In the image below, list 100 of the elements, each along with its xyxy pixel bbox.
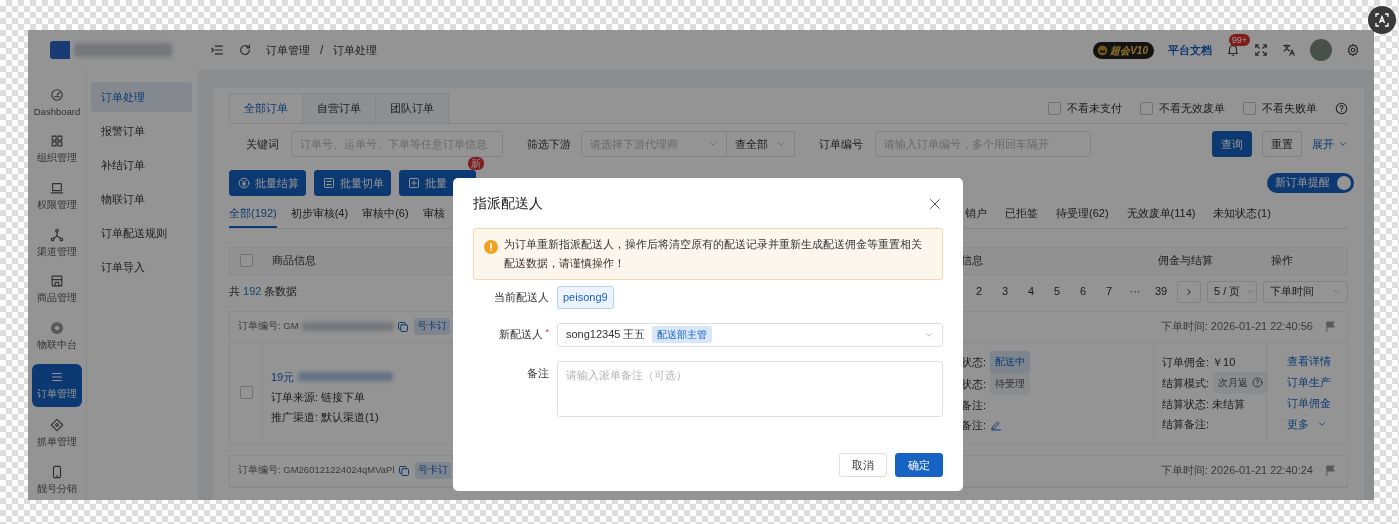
courier-select[interactable]: song12345 王五 配送部主管	[557, 322, 943, 347]
page-button[interactable]: 6	[1073, 280, 1093, 303]
order-tab[interactable]: 团队订单	[375, 93, 449, 123]
order-source: 订单来源: 链接下单	[271, 389, 367, 405]
expand-link[interactable]: 展开	[1312, 135, 1348, 153]
new-badge: 新	[468, 157, 484, 170]
nav-rail-item[interactable]: 订单管理	[32, 364, 82, 407]
flag-icon[interactable]	[1324, 320, 1337, 333]
checkbox[interactable]	[1243, 101, 1256, 115]
checkbox-label: 不看未支付	[1067, 100, 1122, 116]
action-link[interactable]: 订单生产	[1287, 372, 1347, 392]
product-link[interactable]: 19元	[271, 366, 295, 387]
breadcrumb-separator: /	[320, 42, 324, 59]
nav-rail-item[interactable]: Dashboard	[32, 84, 82, 123]
row-checkbox[interactable]	[239, 386, 253, 399]
status-tab[interactable]: 审核	[422, 205, 445, 228]
chevron-down-icon	[1317, 419, 1327, 429]
remark-field[interactable]: 请输入派单备注（可选）	[557, 360, 943, 417]
status-tab[interactable]: 全部(192)	[229, 205, 277, 228]
yen-circle-icon	[238, 177, 250, 189]
submenu-item[interactable]: 订单导入	[91, 252, 192, 282]
status-tab[interactable]: 审核中(6)	[362, 205, 409, 228]
docs-link[interactable]: 平台文档	[1168, 41, 1212, 59]
translate-icon[interactable]	[1282, 43, 1296, 57]
bell-icon[interactable]	[1226, 43, 1240, 57]
batch-button[interactable]: 批量切单	[314, 170, 391, 196]
commission-info: 结算状态: 未结算	[1162, 396, 1246, 412]
submenu-item[interactable]: 物联订单	[91, 184, 192, 214]
sort-select[interactable]: 下单时间	[1263, 280, 1348, 303]
nav-rail-item[interactable]: 渠道管理	[32, 224, 82, 263]
search-button[interactable]: 查询	[1212, 131, 1252, 157]
page-size-select[interactable]: 5 / 页	[1207, 280, 1257, 303]
refresh-icon[interactable]	[238, 43, 252, 57]
page-button[interactable]: 5	[1047, 280, 1067, 303]
promotion-channel: 推广渠道: 默认渠道(1)	[271, 409, 380, 425]
status-tab[interactable]: 销户	[965, 205, 987, 228]
dialog-title: 指派配送人	[473, 193, 543, 213]
status-tab[interactable]: 初步审核(4)	[290, 205, 349, 228]
status-tab[interactable]: 已拒签	[1005, 205, 1038, 228]
cancel-button[interactable]: 取消	[839, 453, 887, 477]
notification-count: 99+	[1228, 34, 1250, 46]
order-time: 下单时间: 2026-01-21 22:40:56	[1160, 319, 1313, 335]
submenu-item[interactable]: 报警订单	[91, 116, 192, 146]
nav-rail-item[interactable]: 抓单管理	[32, 414, 82, 454]
nav-rail-item[interactable]: 商品管理	[32, 270, 82, 310]
copy-icon[interactable]	[397, 464, 410, 477]
status-tab[interactable]: 无效废单(114)	[1126, 205, 1196, 228]
status-tag: 配送中	[990, 350, 1031, 373]
select-all-checkbox[interactable]	[240, 254, 253, 267]
pencil-icon[interactable]	[990, 418, 1003, 431]
confirm-button[interactable]: 确定	[895, 453, 943, 477]
nav-rail-item[interactable]: 靓号分销	[32, 461, 82, 500]
order-tab[interactable]: 自营订单	[302, 93, 376, 123]
breadcrumb-item: 订单处理	[333, 42, 378, 58]
action-link[interactable]: 订单佣金	[1287, 393, 1347, 413]
status-tab[interactable]: 未知状态(1)	[1213, 205, 1271, 228]
breadcrumb-item[interactable]: 订单管理	[266, 41, 310, 59]
grid-icon	[50, 134, 64, 149]
order-tab[interactable]: 全部订单	[229, 93, 303, 123]
nav-rail-item[interactable]: 组织管理	[32, 130, 82, 170]
page-button[interactable]: 4	[1021, 280, 1041, 303]
reset-button[interactable]: 重置	[1262, 131, 1302, 157]
more-actions-link[interactable]: 更多	[1287, 414, 1347, 434]
checkbox[interactable]	[1140, 101, 1153, 115]
fullscreen-icon[interactable]	[1254, 43, 1268, 57]
text-recognition-icon[interactable]	[1368, 6, 1396, 34]
column-header: 商品信息	[272, 254, 316, 267]
flag-icon[interactable]	[1324, 464, 1337, 477]
status-tag: 待受理	[990, 372, 1031, 395]
checkbox[interactable]	[1048, 101, 1061, 115]
gauge-icon	[50, 87, 64, 102]
batch-button[interactable]: 批量结算	[229, 170, 306, 196]
nav-rail-item[interactable]: 物联中台	[32, 317, 82, 357]
submenu-item[interactable]: 补结订单	[91, 150, 192, 180]
nav-rail-item[interactable]: 权限管理	[32, 177, 82, 216]
help-icon[interactable]	[1252, 377, 1264, 388]
submenu-item[interactable]: 订单处理	[91, 82, 192, 112]
scope-select[interactable]: 查全部	[727, 131, 795, 157]
submenu-item[interactable]: 订单配送规则	[91, 218, 192, 248]
action-link[interactable]: 查看详情	[1287, 351, 1347, 371]
help-icon[interactable]	[1335, 101, 1348, 115]
chevron-down-icon	[776, 139, 786, 149]
status-tab[interactable]: 待受理(62)	[1056, 205, 1109, 228]
warning-icon	[484, 237, 498, 256]
page-button[interactable]: 2	[969, 280, 989, 303]
page-button[interactable]: 39	[1151, 280, 1171, 303]
settings-icon[interactable]	[1346, 43, 1360, 57]
page-button[interactable]: ···	[1125, 280, 1145, 303]
page-button[interactable]: 3	[995, 280, 1015, 303]
alert-message: 为订单重新指派配送人，操作后将清空原有的配送记录并重新生成配送佣金等重置相关配送数据，请谨慎操作！	[504, 238, 922, 269]
new-order-alert-toggle[interactable]: 新订单提醒	[1267, 173, 1354, 193]
collapse-menu-icon[interactable]	[210, 43, 224, 57]
avatar[interactable]	[1310, 39, 1332, 61]
role-tag: 配送部主管	[651, 326, 712, 343]
cube-icon	[50, 321, 64, 336]
field-label: 关键词	[246, 136, 279, 152]
page-button[interactable]: 7	[1099, 280, 1119, 303]
field-label: 备注	[527, 365, 549, 381]
checkbox-label: 不看失败单	[1262, 100, 1317, 116]
copy-icon[interactable]	[396, 320, 409, 333]
